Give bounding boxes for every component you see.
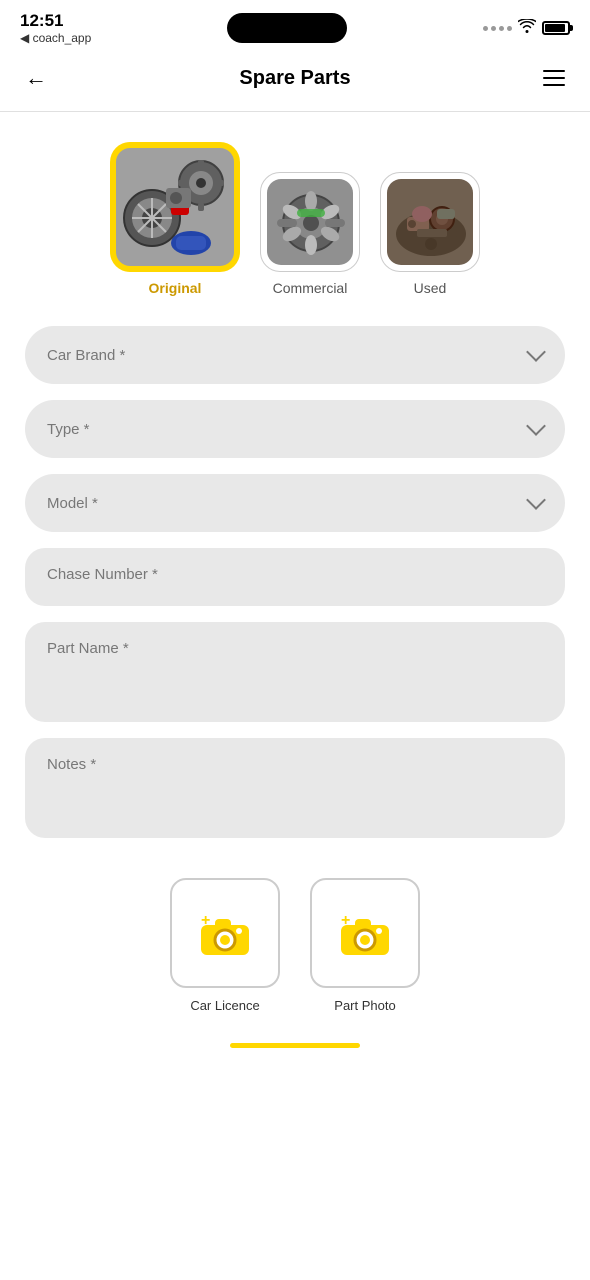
- menu-icon-line1: [543, 70, 565, 72]
- category-section: Original: [0, 112, 590, 316]
- notes-input[interactable]: Notes *: [25, 738, 565, 838]
- page-title: Spare Parts: [239, 67, 350, 90]
- menu-icon-line2: [543, 77, 565, 79]
- menu-icon-line3: [543, 84, 565, 86]
- status-time: 12:51: [20, 11, 91, 31]
- part-photo-label: Part Photo: [334, 998, 395, 1013]
- status-app: ◀ coach_app: [20, 31, 91, 45]
- car-licence-box: +: [170, 878, 280, 988]
- category-original[interactable]: Original: [110, 142, 240, 296]
- part-photo-box: +: [310, 878, 420, 988]
- dynamic-island: [227, 13, 347, 43]
- category-used-frame: [380, 172, 480, 272]
- commercial-parts-image: [267, 179, 353, 265]
- part-photo-camera-icon: +: [337, 907, 393, 959]
- model-dropdown[interactable]: Model *: [25, 474, 565, 532]
- category-original-label: Original: [149, 280, 202, 296]
- category-commercial-frame: [260, 172, 360, 272]
- wifi-icon: [518, 19, 536, 38]
- status-icons: [483, 19, 570, 38]
- battery-icon: [542, 21, 570, 35]
- photo-section: + Car Licence +: [0, 858, 590, 1043]
- category-commercial[interactable]: Commercial: [260, 172, 360, 296]
- home-indicator: [230, 1043, 360, 1048]
- header: ← Spare Parts: [0, 50, 590, 112]
- signal-icon: [483, 26, 512, 31]
- category-commercial-image: [267, 179, 353, 265]
- category-original-frame: [110, 142, 240, 272]
- category-used[interactable]: Used: [380, 172, 480, 296]
- model-chevron-icon: [526, 490, 546, 510]
- type-label: Type *: [47, 421, 90, 438]
- menu-button[interactable]: [538, 65, 570, 91]
- category-used-label: Used: [414, 280, 447, 296]
- status-left: 12:51 ◀ coach_app: [20, 11, 91, 45]
- used-parts-image: [387, 179, 473, 265]
- notes-label: Notes *: [47, 756, 96, 773]
- car-brand-dropdown[interactable]: Car Brand *: [25, 326, 565, 384]
- model-label: Model *: [47, 495, 98, 512]
- part-name-input[interactable]: Part Name *: [25, 622, 565, 722]
- part-name-label: Part Name *: [47, 640, 129, 657]
- type-chevron-icon: [526, 416, 546, 436]
- car-licence-button[interactable]: + Car Licence: [170, 878, 280, 1013]
- chase-number-input[interactable]: Chase Number *: [25, 548, 565, 606]
- original-parts-image: [116, 148, 234, 266]
- car-licence-camera-icon: +: [197, 907, 253, 959]
- part-photo-button[interactable]: + Part Photo: [310, 878, 420, 1013]
- chase-number-label: Chase Number *: [47, 566, 158, 583]
- car-brand-chevron-icon: [526, 342, 546, 362]
- category-used-image: [387, 179, 473, 265]
- bottom-indicator: [0, 1043, 590, 1058]
- category-commercial-label: Commercial: [273, 280, 348, 296]
- car-brand-label: Car Brand *: [47, 347, 125, 364]
- category-original-image: [116, 148, 234, 266]
- status-bar: 12:51 ◀ coach_app: [0, 0, 590, 50]
- type-dropdown[interactable]: Type *: [25, 400, 565, 458]
- car-licence-label: Car Licence: [190, 998, 259, 1013]
- back-button[interactable]: ←: [20, 60, 52, 96]
- form-section: Car Brand * Type * Model * Chase Number …: [0, 316, 590, 848]
